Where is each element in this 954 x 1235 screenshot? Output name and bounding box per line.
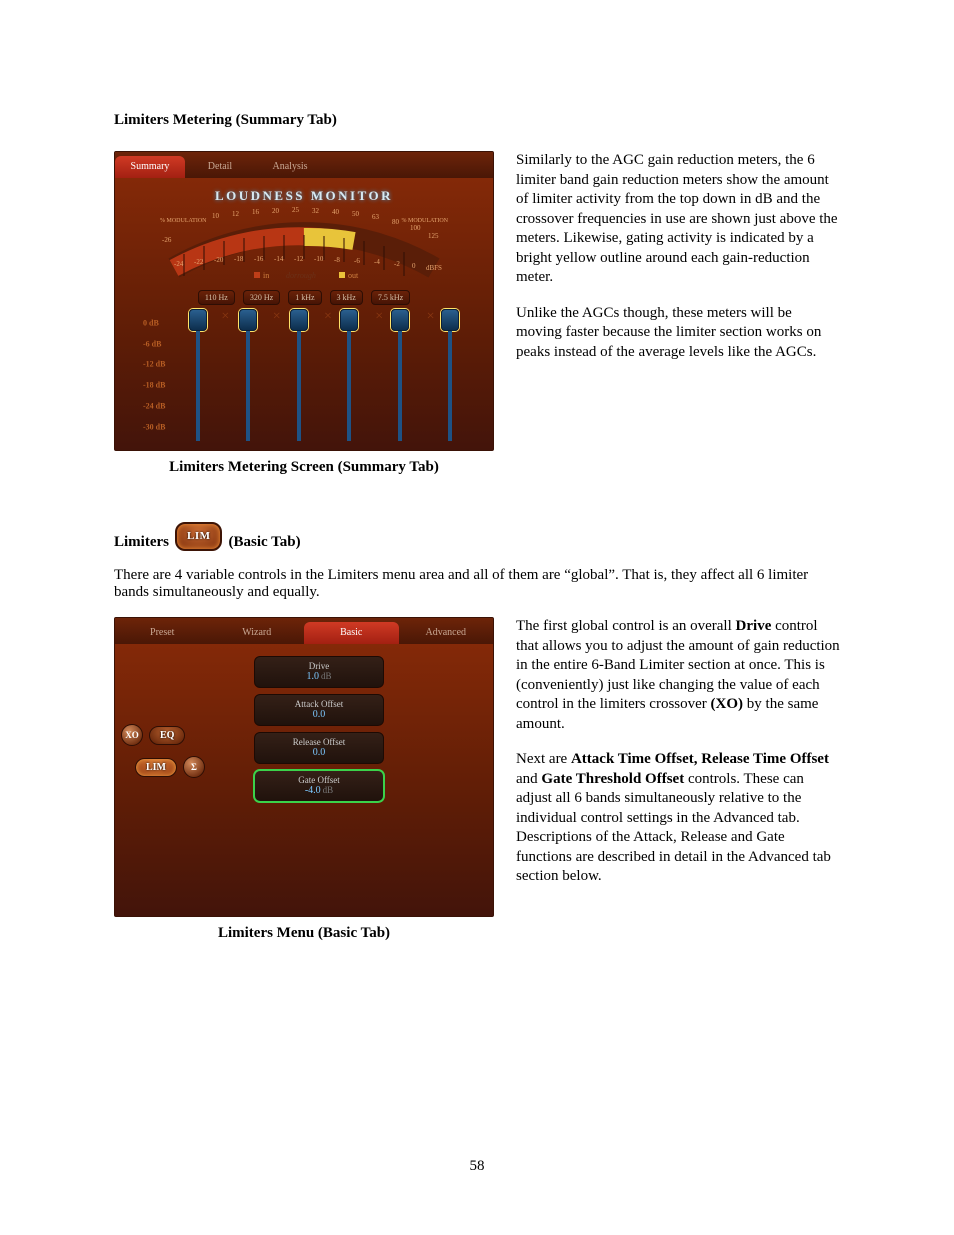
limiter-meter[interactable] <box>239 309 257 441</box>
x-icon: × <box>273 309 281 325</box>
eq-pill-button[interactable]: EQ <box>149 726 185 745</box>
figure-caption-2: Limiters Menu (Basic Tab) <box>114 925 494 942</box>
attack-offset-control[interactable]: Attack Offset 0.0 <box>254 694 384 726</box>
freq-chip[interactable]: 3 kHz <box>330 290 363 305</box>
x-icon: × <box>221 309 229 325</box>
tab-preset[interactable]: Preset <box>115 622 210 644</box>
freq-chip[interactable]: 7.5 kHz <box>371 290 410 305</box>
x-icon: × <box>324 309 332 325</box>
section-heading-2-pre: Limiters <box>114 534 169 551</box>
panel-title: LOUDNESS MONITOR <box>115 188 493 204</box>
figure-caption-1: Limiters Metering Screen (Summary Tab) <box>114 459 494 476</box>
x-icon: × <box>375 309 383 325</box>
sigma-circle-button[interactable]: Σ <box>183 756 205 778</box>
limiter-meter[interactable] <box>340 309 358 441</box>
freq-chip[interactable]: 320 Hz <box>243 290 280 305</box>
lim-pill-button[interactable]: LIM <box>135 758 177 777</box>
legend-in: in <box>254 271 269 280</box>
body-paragraph: Next are Attack Time Offset, Release Tim… <box>516 750 840 887</box>
loudness-gauge: % MODULATION % MODULATION <box>154 206 454 286</box>
freq-chip[interactable]: 110 Hz <box>198 290 235 305</box>
page-number: 58 <box>0 1158 954 1175</box>
tab-analysis[interactable]: Analysis <box>255 156 325 178</box>
x-icon: × <box>427 309 435 325</box>
limiter-meter[interactable] <box>189 309 207 441</box>
limiter-meter[interactable] <box>441 309 459 441</box>
screenshot-limiters-basic: Preset Wizard Basic Advanced XO EQ L <box>114 617 494 917</box>
freq-chip-row: 110 Hz 320 Hz 1 kHz 3 kHz 7.5 kHz <box>115 290 493 305</box>
limiter-meter[interactable] <box>391 309 409 441</box>
gate-offset-control[interactable]: Gate Offset -4.0dB <box>254 770 384 802</box>
legend-dorrough: dorrough <box>286 271 316 280</box>
freq-chip[interactable]: 1 kHz <box>288 290 321 305</box>
xo-circle-button[interactable]: XO <box>121 724 143 746</box>
section-heading-2-post: (Basic Tab) <box>228 534 300 551</box>
legend-out: out <box>339 271 358 280</box>
tab-summary[interactable]: Summary <box>115 156 185 178</box>
body-paragraph: There are 4 variable controls in the Lim… <box>114 567 840 601</box>
body-paragraph: Unlike the AGCs though, these meters wil… <box>516 304 840 363</box>
tab-basic[interactable]: Basic <box>304 622 399 644</box>
tab-advanced[interactable]: Advanced <box>399 622 494 644</box>
body-paragraph: The first global control is an overall D… <box>516 617 840 734</box>
section-heading-1: Limiters Metering (Summary Tab) <box>114 112 840 129</box>
tab-detail[interactable]: Detail <box>185 156 255 178</box>
release-offset-control[interactable]: Release Offset 0.0 <box>254 732 384 764</box>
body-paragraph: Similarly to the AGC gain reduction mete… <box>516 151 840 288</box>
limiter-meter[interactable] <box>290 309 308 441</box>
lim-button-icon[interactable]: LIM <box>175 522 223 551</box>
screenshot-loudness-monitor: Summary Detail Analysis LOUDNESS MONITOR… <box>114 151 494 451</box>
drive-control[interactable]: Drive 1.0dB <box>254 656 384 688</box>
tab-wizard[interactable]: Wizard <box>210 622 305 644</box>
gain-reduction-meters: 0 dB -6 dB -12 dB -18 dB -24 dB -30 dB ×… <box>145 311 463 441</box>
